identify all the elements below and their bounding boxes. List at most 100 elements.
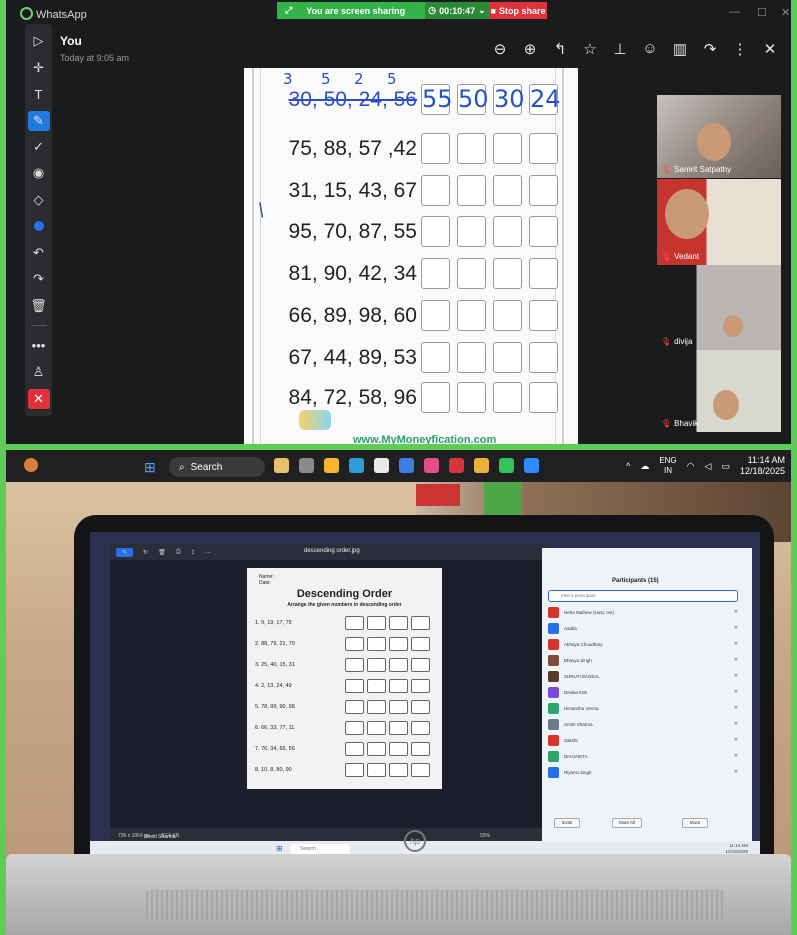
- participant-video[interactable]: 🎙 Vedant: [657, 179, 781, 265]
- star-icon[interactable]: ☆: [581, 40, 599, 58]
- share-icon[interactable]: ⇪: [191, 549, 196, 556]
- edge-icon[interactable]: [349, 458, 364, 473]
- mic-off-icon[interactable]: ✕: [734, 689, 738, 695]
- move-icon[interactable]: ✛: [28, 55, 50, 82]
- mic-off-icon[interactable]: ✕: [734, 705, 738, 711]
- answer-box[interactable]: 24: [529, 84, 561, 115]
- color-icon[interactable]: [28, 213, 50, 240]
- mic-off-icon[interactable]: ✕: [734, 753, 738, 759]
- answer-box[interactable]: [457, 216, 486, 247]
- participant-row[interactable]: Sakshi ✕: [548, 734, 744, 748]
- answer-box[interactable]: [493, 216, 522, 247]
- delete-icon[interactable]: ▥: [671, 40, 689, 58]
- select-icon[interactable]: ▷: [28, 28, 50, 55]
- answer-box[interactable]: [457, 342, 486, 373]
- answer-box[interactable]: 55: [421, 84, 453, 115]
- volume-icon[interactable]: ◁: [705, 461, 712, 472]
- language-indicator[interactable]: ENG IN: [659, 456, 676, 476]
- taskbar-search[interactable]: ⌕ Search: [169, 457, 265, 477]
- answer-box[interactable]: 30: [493, 84, 525, 115]
- invite-button[interactable]: Invite: [554, 818, 580, 828]
- participant-row[interactable]: Bhavya Singh ✕: [548, 654, 744, 668]
- rotate-icon[interactable]: ↻: [143, 549, 148, 556]
- file-explorer-icon[interactable]: [324, 458, 339, 473]
- zoom-in-icon[interactable]: ⊕: [521, 40, 539, 58]
- laptop-taskbar-search[interactable]: Search: [290, 844, 350, 854]
- answer-box[interactable]: [529, 133, 558, 164]
- answer-box[interactable]: [529, 342, 558, 373]
- store-icon[interactable]: [374, 458, 389, 473]
- answer-box[interactable]: [457, 175, 486, 206]
- forward-icon[interactable]: ↷: [701, 40, 719, 58]
- redo-icon[interactable]: ↷: [28, 266, 50, 293]
- whatsapp-icon[interactable]: [499, 458, 514, 473]
- more-icon[interactable]: …: [206, 549, 212, 555]
- participant-row[interactable]: DIVIJA/ETA ✕: [548, 750, 744, 764]
- mic-off-icon[interactable]: ✕: [734, 721, 738, 727]
- find-participant-input[interactable]: Find a participant: [548, 590, 738, 602]
- close-icon[interactable]: ✕: [761, 40, 779, 58]
- participant-row[interactable]: Devika K05 ✕: [548, 686, 744, 700]
- maximize-button[interactable]: ☐: [757, 6, 767, 19]
- answer-box[interactable]: [493, 175, 522, 206]
- edit-icon[interactable]: ✎: [116, 547, 134, 557]
- pen-icon[interactable]: ✎: [27, 110, 50, 131]
- mic-off-icon[interactable]: ✕: [734, 625, 738, 631]
- answer-box[interactable]: [457, 258, 486, 289]
- more-icon[interactable]: •••: [28, 332, 50, 359]
- clear-icon[interactable]: 🗑: [28, 293, 50, 320]
- participant-row[interactable]: Abhaya Choudhary ✕: [548, 638, 744, 652]
- answer-box[interactable]: [529, 300, 558, 331]
- share-timer[interactable]: ◷ 00:10:47 ⌄: [425, 2, 489, 19]
- mic-off-icon[interactable]: ✕: [734, 657, 738, 663]
- answer-box[interactable]: [493, 382, 522, 413]
- mic-off-icon[interactable]: ✕: [734, 769, 738, 775]
- share-icon[interactable]: ♙: [28, 359, 50, 386]
- answer-box[interactable]: [421, 175, 450, 206]
- participant-row[interactable]: SHRUTI BANSAL ✕: [548, 670, 744, 684]
- start-icon[interactable]: ⊞: [144, 459, 156, 476]
- drag-icon[interactable]: ⤢: [285, 5, 292, 16]
- minimize-button[interactable]: —: [729, 6, 740, 18]
- battery-icon[interactable]: ▭: [721, 461, 730, 472]
- zoom-out-icon[interactable]: ⊖: [491, 40, 509, 58]
- eraser-icon[interactable]: ◇: [28, 187, 50, 214]
- mute-all-button[interactable]: Mute All: [612, 818, 642, 828]
- undo-icon[interactable]: ↶: [28, 240, 50, 267]
- reply-icon[interactable]: ↰: [551, 40, 569, 58]
- participant-row[interactable]: Aadita ✕: [548, 622, 744, 636]
- answer-box[interactable]: [421, 382, 450, 413]
- zoom-level[interactable]: 55%: [480, 833, 490, 839]
- participant-row[interactable]: Neha Mathew (Host, me) ✕: [548, 606, 744, 620]
- answer-box[interactable]: [493, 342, 522, 373]
- participant-row[interactable]: Riyansi Singh ✕: [548, 766, 744, 780]
- participant-row[interactable]: Smriti Sharma ✕: [548, 718, 744, 732]
- answer-box[interactable]: [529, 382, 558, 413]
- answer-box[interactable]: [493, 258, 522, 289]
- answer-box[interactable]: [529, 216, 558, 247]
- answer-box[interactable]: [493, 133, 522, 164]
- mic-off-icon[interactable]: ✕: [734, 609, 738, 615]
- participant-video[interactable]: 🎙 Bhavik: [657, 350, 781, 432]
- answer-box[interactable]: [529, 258, 558, 289]
- start-icon[interactable]: ⊞: [276, 844, 283, 853]
- answer-box[interactable]: [421, 342, 450, 373]
- stop-share-button[interactable]: ■ Stop share: [489, 2, 547, 19]
- participant-video[interactable]: 🎙 Samrit Satpathy: [657, 95, 781, 178]
- answer-box[interactable]: [457, 382, 486, 413]
- mic-off-icon[interactable]: ✕: [734, 737, 738, 743]
- close-icon[interactable]: ✕: [27, 389, 50, 409]
- weather-icon[interactable]: [24, 458, 38, 472]
- answer-box[interactable]: [421, 133, 450, 164]
- more-button[interactable]: More: [682, 818, 708, 828]
- delete-icon[interactable]: 🗑: [158, 549, 166, 556]
- answer-box[interactable]: [421, 300, 450, 331]
- close-window-button[interactable]: ✕: [781, 6, 790, 19]
- mic-off-icon[interactable]: ✕: [734, 641, 738, 647]
- chevron-up-icon[interactable]: ^: [626, 461, 630, 471]
- answer-box[interactable]: [421, 216, 450, 247]
- print-icon[interactable]: ⎙: [176, 549, 181, 556]
- answer-box[interactable]: 50: [457, 84, 489, 115]
- widgets-icon[interactable]: [274, 458, 289, 473]
- chrome-icon[interactable]: [474, 458, 489, 473]
